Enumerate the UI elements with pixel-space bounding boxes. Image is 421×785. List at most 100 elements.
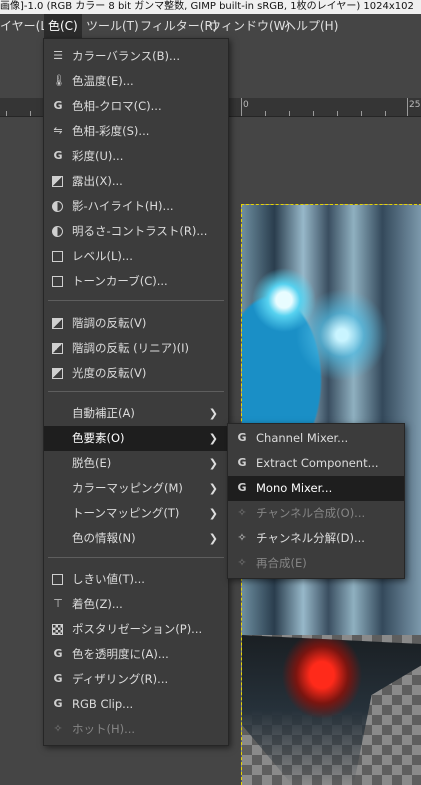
gegl-icon: G <box>53 672 63 685</box>
submenu-item-recompose: ✧ 再合成(E) <box>228 551 404 576</box>
submenu-item-channel-mixer[interactable]: G Channel Mixer... <box>228 426 404 451</box>
menu-item-exposure[interactable]: 露出(X)... <box>44 169 228 194</box>
menu-item-tone-mapping[interactable]: トーンマッピング(T) ❯ <box>44 501 228 526</box>
menu-item-shadows-highlights[interactable]: 影-ハイライト(H)... <box>44 194 228 219</box>
menu-item-label: Extract Component... <box>256 456 379 470</box>
colorize-icon: ⊤ <box>53 597 63 610</box>
menu-item-invert[interactable]: 階調の反転(V) <box>44 311 228 336</box>
menubar: イヤー(L) 色(C) ツール(T) フィルター(R) ウィンドウ(W) ヘルプ… <box>0 14 421 38</box>
invert-icon <box>52 318 63 329</box>
menu-item-label: 色を透明度に(A)... <box>72 647 169 661</box>
menu-item-auto[interactable]: 自動補正(A) ❯ <box>44 401 228 426</box>
menu-item-label: チャンネル合成(O)... <box>256 506 366 520</box>
menu-item-label: トーンカーブ(C)... <box>72 274 168 288</box>
ruler-tick <box>407 98 408 116</box>
invert-linear-icon <box>52 343 63 354</box>
menu-item-label: 色の情報(N) <box>72 531 136 545</box>
menu-item-desaturate[interactable]: 脱色(E) ❯ <box>44 451 228 476</box>
menu-item-saturation[interactable]: G 彩度(U)... <box>44 144 228 169</box>
menu-item-label: 明るさ-コントラスト(R)... <box>72 224 208 238</box>
plugin-icon: ✧ <box>237 531 247 544</box>
ruler-label: 0 <box>243 100 249 110</box>
submenu-item-mono-mixer[interactable]: G Mono Mixer... <box>228 476 404 501</box>
menu-item-label: 着色(Z)... <box>72 597 123 611</box>
menu-item-levels[interactable]: レベル(L)... <box>44 244 228 269</box>
ruler-tick <box>265 111 266 116</box>
menu-item-color-balance[interactable]: ☰ カラーバランス(B)... <box>44 44 228 69</box>
menu-item-curves[interactable]: トーンカーブ(C)... <box>44 269 228 294</box>
menu-separator <box>48 557 224 558</box>
value-invert-icon <box>52 368 63 379</box>
chevron-right-icon: ❯ <box>208 532 218 545</box>
menu-item-linear-invert[interactable]: 階調の反転 (リニア)(I) <box>44 336 228 361</box>
menu-item-value-invert[interactable]: 光度の反転(V) <box>44 361 228 386</box>
ruler-tick <box>313 111 314 116</box>
menu-item-dither[interactable]: G ディザリング(R)... <box>44 667 228 692</box>
shadows-highlights-icon <box>52 201 63 212</box>
color-balance-icon: ☰ <box>53 49 63 62</box>
menu-item-label: 階調の反転(V) <box>72 316 147 330</box>
menu-item-posterize[interactable]: ポスタリゼーション(P)... <box>44 617 228 642</box>
chevron-right-icon: ❯ <box>208 507 218 520</box>
image-content-lower <box>242 635 421 785</box>
menu-item-map[interactable]: カラーマッピング(M) ❯ <box>44 476 228 501</box>
submenu-item-decompose[interactable]: ✧ チャンネル分解(D)... <box>228 526 404 551</box>
menu-item-label: しきい値(T)... <box>72 572 145 586</box>
menu-item-label: RGB Clip... <box>72 697 134 711</box>
gegl-icon: G <box>53 99 63 112</box>
chevron-right-icon: ❯ <box>208 457 218 470</box>
gegl-icon: G <box>53 647 63 660</box>
plugin-icon: ✧ <box>237 556 247 569</box>
menu-item-label: 階調の反転 (リニア)(I) <box>72 341 189 355</box>
menu-item-label: Mono Mixer... <box>256 481 333 495</box>
chevron-right-icon: ❯ <box>208 432 218 445</box>
submenu-item-compose: ✧ チャンネル合成(O)... <box>228 501 404 526</box>
menu-item-hot: ✧ ホット(H)... <box>44 717 228 742</box>
menu-tools[interactable]: ツール(T) <box>82 14 143 38</box>
menu-item-label: 色要素(O) <box>72 431 125 445</box>
ruler-tick <box>337 111 338 116</box>
menu-item-components[interactable]: 色要素(O) ❯ <box>44 426 228 451</box>
menu-item-label: 自動補正(A) <box>72 406 135 420</box>
menu-item-label: レベル(L)... <box>72 249 133 263</box>
gegl-icon: G <box>53 149 63 162</box>
menu-item-brightness-contrast[interactable]: 明るさ-コントラスト(R)... <box>44 219 228 244</box>
colors-menu: ☰ カラーバランス(B)... 🌡 色温度(E)... G 色相-クロマ(C).… <box>43 38 229 746</box>
menu-item-color-to-alpha[interactable]: G 色を透明度に(A)... <box>44 642 228 667</box>
menu-item-color-temperature[interactable]: 🌡 色温度(E)... <box>44 69 228 94</box>
threshold-icon <box>52 574 63 585</box>
menu-item-rgb-clip[interactable]: G RGB Clip... <box>44 692 228 717</box>
menu-item-label: ポスタリゼーション(P)... <box>72 622 203 636</box>
gegl-icon: G <box>237 431 247 444</box>
menu-item-label: 彩度(U)... <box>72 149 124 163</box>
ruler-tick <box>361 111 362 116</box>
menu-item-label: カラーバランス(B)... <box>72 49 180 63</box>
posterize-icon <box>52 624 63 635</box>
ruler-tick <box>241 98 242 116</box>
gegl-icon: G <box>237 456 247 469</box>
ruler-tick <box>385 111 386 116</box>
menu-item-label: 色温度(E)... <box>72 74 134 88</box>
menu-item-colorize[interactable]: ⊤ 着色(Z)... <box>44 592 228 617</box>
ruler-tick <box>6 111 7 116</box>
menu-colors[interactable]: 色(C) <box>44 14 82 38</box>
menu-item-threshold[interactable]: しきい値(T)... <box>44 567 228 592</box>
thermometer-icon: 🌡 <box>52 74 66 87</box>
ruler-label: 25 <box>409 100 421 110</box>
plugin-icon: ✧ <box>53 722 63 735</box>
menu-item-label: 脱色(E) <box>72 456 112 470</box>
menu-item-hue-chroma[interactable]: G 色相-クロマ(C)... <box>44 94 228 119</box>
gegl-icon: G <box>53 697 63 710</box>
submenu-item-extract-component[interactable]: G Extract Component... <box>228 451 404 476</box>
menu-item-label: トーンマッピング(T) <box>72 506 180 520</box>
menu-separator <box>48 391 224 392</box>
menu-item-label: 露出(X)... <box>72 174 123 188</box>
components-submenu: G Channel Mixer... G Extract Component..… <box>227 423 405 579</box>
menu-item-label: ホット(H)... <box>72 722 136 736</box>
menu-item-hue-saturation[interactable]: ⇋ 色相-彩度(S)... <box>44 119 228 144</box>
hue-saturation-icon: ⇋ <box>53 124 63 137</box>
menu-item-label: 光度の反転(V) <box>72 366 147 380</box>
menu-help[interactable]: ヘルプ(H) <box>280 14 342 38</box>
menu-item-info[interactable]: 色の情報(N) ❯ <box>44 526 228 551</box>
menu-item-label: 色相-彩度(S)... <box>72 124 150 138</box>
